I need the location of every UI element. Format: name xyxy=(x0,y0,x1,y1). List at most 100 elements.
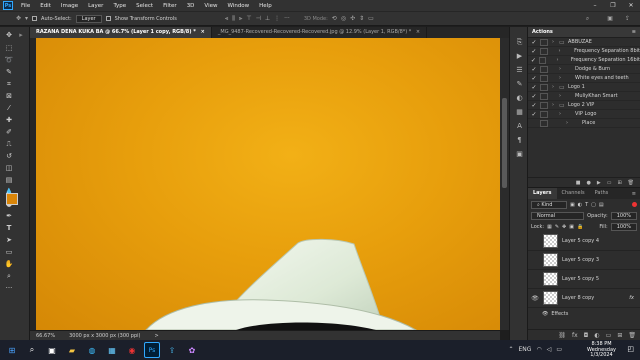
chevron-right-icon[interactable]: › xyxy=(566,119,573,128)
tab-razana-dena[interactable]: RAZANA DENA KUKA BA @ 66.7% (Layer 1 cop… xyxy=(30,27,212,38)
task-view-icon[interactable]: ▣ xyxy=(44,342,60,358)
layer-name[interactable]: Layer 8 copy xyxy=(562,295,594,301)
minimize-icon[interactable]: – xyxy=(586,2,604,9)
history-brush-tool-icon[interactable]: ↺ xyxy=(4,151,14,161)
maximize-icon[interactable]: ❐ xyxy=(604,2,622,9)
pen-tool-icon[interactable]: ✒ xyxy=(4,211,14,221)
clone-stamp-tool-icon[interactable]: ⎍ xyxy=(4,139,14,149)
layer-row[interactable]: 👁 Layer 8 copy fx xyxy=(528,289,640,308)
play-icon[interactable]: ▶ xyxy=(514,51,525,61)
scroll-thumb[interactable] xyxy=(502,98,507,188)
auto-select-dropdown[interactable]: Layer xyxy=(75,14,102,23)
file-explorer-icon[interactable]: ▰ xyxy=(64,342,80,358)
delete-icon[interactable]: 🗑 xyxy=(628,332,636,339)
eye-icon[interactable]: 👁 xyxy=(542,311,548,317)
workspace-icon[interactable]: ▣ xyxy=(607,15,613,22)
brush-settings-icon[interactable]: ✎ xyxy=(514,79,525,89)
frame-tool-icon[interactable]: ⊠ xyxy=(4,91,14,101)
link-icon[interactable]: ⛓ xyxy=(558,332,566,339)
move-tool-icon[interactable]: ✥ xyxy=(4,30,14,40)
libraries-icon[interactable]: ▣ xyxy=(514,149,525,159)
layer-thumbnail[interactable] xyxy=(543,291,558,305)
hand-tool-icon[interactable]: ✋ xyxy=(4,259,14,269)
layer-thumbnail[interactable] xyxy=(543,272,558,286)
close-icon[interactable]: ✕ xyxy=(622,2,640,9)
menu-edit[interactable]: Edit xyxy=(35,3,56,9)
menu-image[interactable]: Image xyxy=(56,3,83,9)
filter-pixel-icon[interactable]: ▣ xyxy=(570,202,575,208)
menu-type[interactable]: Type xyxy=(108,3,131,9)
effects-row[interactable]: 👁 Effects xyxy=(528,308,640,319)
menu-filter[interactable]: Filter xyxy=(158,3,182,9)
more-tools-icon[interactable]: ··· xyxy=(4,283,14,293)
record-icon[interactable]: ● xyxy=(586,180,590,186)
opacity-field[interactable]: 100% xyxy=(610,211,637,220)
close-icon[interactable]: × xyxy=(201,29,205,35)
filter-toggle-icon[interactable] xyxy=(632,202,637,207)
layer-row[interactable]: Layer 5 copy 4 xyxy=(528,232,640,251)
check-icon[interactable]: ✓ xyxy=(528,101,540,110)
chevron-down-icon[interactable]: ▾ xyxy=(25,15,28,22)
slide-3d-icon[interactable]: ⇕ xyxy=(359,15,364,22)
orbit-3d-icon[interactable]: ⟲ xyxy=(332,15,337,22)
chevron-right-icon[interactable]: › xyxy=(557,56,563,65)
align-right-icon[interactable]: ⫸ xyxy=(239,15,242,23)
new-set-icon[interactable]: ▭ xyxy=(607,180,612,186)
video-icon[interactable]: ▭ xyxy=(368,15,374,22)
layer-thumbnail[interactable] xyxy=(543,234,558,248)
fx-icon[interactable]: fx xyxy=(572,332,578,339)
zoom-level[interactable]: 66.67% xyxy=(36,333,55,339)
wifi-icon[interactable]: ◠ xyxy=(536,346,541,353)
chevron-right-icon[interactable]: › xyxy=(559,110,566,119)
windows-start-icon[interactable]: ⊞ xyxy=(4,342,20,358)
align-top-icon[interactable]: ⊤ xyxy=(246,15,251,22)
share-icon[interactable]: ⇪ xyxy=(625,15,630,22)
paragraph-icon[interactable]: ¶ xyxy=(514,135,525,145)
photoshop-icon[interactable]: Ps xyxy=(144,342,160,358)
path-select-tool-icon[interactable]: ➤ xyxy=(4,235,14,245)
check-icon[interactable]: ✓ xyxy=(528,56,539,65)
actions-panel-title[interactable]: Actions xyxy=(532,27,553,37)
menu-select[interactable]: Select xyxy=(131,3,158,9)
filter-adjust-icon[interactable]: ◐ xyxy=(578,202,582,208)
dialog-toggle-icon[interactable] xyxy=(540,83,548,91)
chrome-icon[interactable]: ◉ xyxy=(124,342,140,358)
notification-icon[interactable]: ◰ xyxy=(627,345,634,353)
menu-view[interactable]: View xyxy=(199,3,222,9)
check-icon[interactable]: ✓ xyxy=(528,74,540,83)
rectangle-tool-icon[interactable]: ▭ xyxy=(4,247,14,257)
move-tool-icon[interactable]: ✥ xyxy=(16,15,21,22)
app-icon[interactable]: ⇪ xyxy=(164,342,180,358)
chevron-right-icon[interactable]: › xyxy=(552,101,559,110)
more-options-icon[interactable]: ··· xyxy=(284,15,290,22)
dialog-toggle-icon[interactable] xyxy=(538,56,547,64)
chevron-right-icon[interactable]: › xyxy=(558,47,565,56)
canvas-area[interactable] xyxy=(30,38,500,330)
new-action-icon[interactable]: ⊞ xyxy=(617,180,621,186)
layer-thumbnail[interactable] xyxy=(543,253,558,267)
chevron-right-icon[interactable]: › xyxy=(552,38,559,47)
settings-icon[interactable]: ✿ xyxy=(184,342,200,358)
lock-move-icon[interactable]: ✥ xyxy=(562,224,566,230)
adjustment-layer-icon[interactable]: ◐ xyxy=(594,332,599,339)
chevron-right-icon[interactable]: › xyxy=(559,74,566,83)
menu-help[interactable]: Help xyxy=(254,3,277,9)
status-arrow[interactable]: > xyxy=(154,333,158,339)
adjustments-icon[interactable]: ◐ xyxy=(514,93,525,103)
chevron-right-icon[interactable]: › xyxy=(559,65,566,74)
chevron-right-icon[interactable]: › xyxy=(559,92,566,101)
lock-artboard-icon[interactable]: ▣ xyxy=(569,224,574,230)
vertical-scrollbar[interactable] xyxy=(500,38,509,330)
tab-channels[interactable]: Channels xyxy=(557,188,590,199)
quick-select-tool-icon[interactable]: ✎ xyxy=(4,67,14,77)
lock-paint-icon[interactable]: ✎ xyxy=(555,224,559,230)
search-icon[interactable]: ⌕ xyxy=(586,15,589,23)
play-icon[interactable]: ▶ xyxy=(597,180,601,186)
brush-tool-icon[interactable]: ✐ xyxy=(4,127,14,137)
align-left-icon[interactable]: ⫷ xyxy=(225,15,228,23)
check-icon[interactable]: ✓ xyxy=(528,110,540,119)
lasso-tool-icon[interactable]: ➰ xyxy=(4,55,14,65)
show-transform-checkbox[interactable] xyxy=(105,16,111,21)
fx-badge[interactable]: fx xyxy=(629,295,634,301)
eye-icon[interactable]: 👁 xyxy=(531,295,539,302)
